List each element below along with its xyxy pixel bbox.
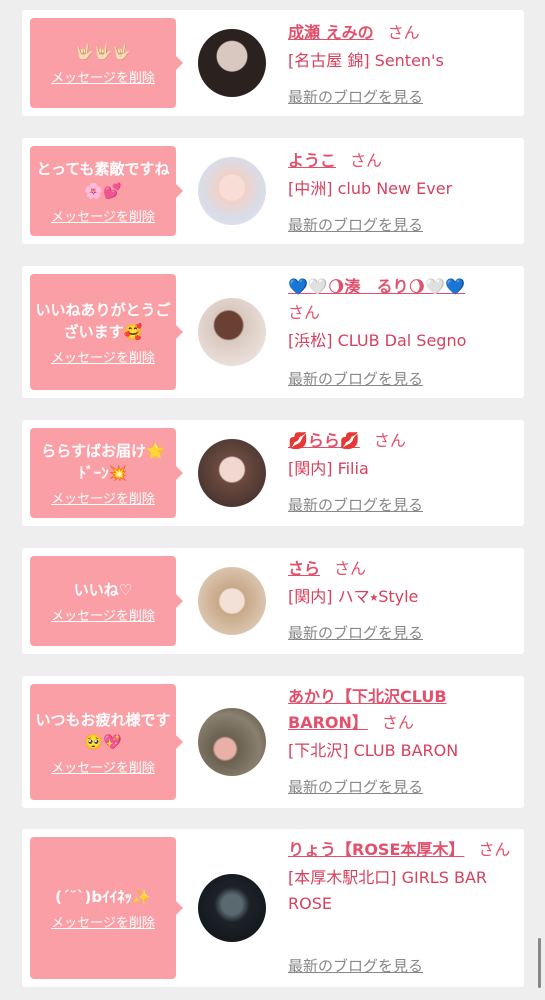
latest-blog-link[interactable]: 最新のブログを見る <box>288 955 423 976</box>
honorific: さん <box>334 559 367 578</box>
message-bubble: いいね♡ メッセージを削除 <box>30 556 183 646</box>
cast-name-link[interactable]: ようこ <box>288 151 336 170</box>
latest-blog-link[interactable]: 最新のブログを見る <box>288 368 423 389</box>
message-text: 🤟🏻🤟🏻🤟🏻 <box>74 42 132 61</box>
message-card: いいねありがとうございます🥰 メッセージを削除 💙🤍🌖湊 るり🌖🤍💙 さん [浜… <box>22 266 524 398</box>
message-bubble: ららすばお届け🌟ﾄﾞｰﾝ💥 メッセージを削除 <box>30 428 183 518</box>
honorific: さん <box>381 713 414 732</box>
avatar[interactable] <box>198 298 266 366</box>
message-card: ららすばお届け🌟ﾄﾞｰﾝ💥 メッセージを削除 💋らら💋 さん [関内] Filia… <box>22 420 524 526</box>
shop-name: [下北沢] CLUB BARON <box>288 741 459 760</box>
shop-name: [本厚木駅北口] GIRLS BAR ROSE <box>288 868 488 913</box>
honorific: さん <box>387 23 420 42</box>
honorific: さん <box>288 303 321 322</box>
honorific: さん <box>478 840 511 859</box>
delete-message-link[interactable]: メッセージを削除 <box>51 605 155 624</box>
avatar[interactable] <box>198 439 266 507</box>
delete-message-link[interactable]: メッセージを削除 <box>51 67 155 86</box>
message-bubble: とっても素敵ですね🌸💕 メッセージを削除 <box>30 146 183 236</box>
latest-blog-link[interactable]: 最新のブログを見る <box>288 622 423 643</box>
avatar[interactable] <box>198 567 266 635</box>
message-bubble: (ˊ˘ˋ)bｲｲﾈｯ✨ メッセージを削除 <box>30 837 183 979</box>
latest-blog-link[interactable]: 最新のブログを見る <box>288 214 423 235</box>
message-card: とっても素敵ですね🌸💕 メッセージを削除 ようこ さん [中洲] club New… <box>22 138 524 244</box>
message-card: 🤟🏻🤟🏻🤟🏻 メッセージを削除 成瀬 えみの さん [名古屋 錦] Senten'… <box>22 10 524 116</box>
message-card: いつもお疲れ様です🥺💖 メッセージを削除 あかり【下北沢CLUB BARON】さ… <box>22 676 524 808</box>
cast-name-link[interactable]: 💋らら💋 <box>288 431 360 450</box>
message-text: (ˊ˘ˋ)bｲｲﾈｯ✨ <box>55 887 151 906</box>
cast-name-link[interactable]: 💙🤍🌖湊 るり🌖🤍💙 <box>288 277 465 296</box>
message-bubble: いつもお疲れ様です🥺💖 メッセージを削除 <box>30 684 183 800</box>
cast-name-link[interactable]: さら <box>288 559 320 578</box>
message-card: いいね♡ メッセージを削除 さら さん [関内] ハマ⭑Style 最新のブログを… <box>22 548 524 654</box>
latest-blog-link[interactable]: 最新のブログを見る <box>288 494 423 515</box>
delete-message-link[interactable]: メッセージを削除 <box>51 488 155 507</box>
shop-name: [関内] ハマ⭑Style <box>288 587 419 606</box>
delete-message-link[interactable]: メッセージを削除 <box>51 206 155 225</box>
honorific: さん <box>350 151 383 170</box>
avatar[interactable] <box>198 157 266 225</box>
message-text: いつもお疲れ様です🥺💖 <box>35 710 171 751</box>
avatar[interactable] <box>198 29 266 97</box>
cast-name-link[interactable]: りょう【ROSE本厚木】 <box>288 840 464 859</box>
avatar[interactable] <box>198 874 266 942</box>
message-text: いいね♡ <box>73 580 133 599</box>
cast-name-link[interactable]: 成瀬 えみの <box>288 23 374 42</box>
shop-name: [浜松] CLUB Dal Segno <box>288 331 467 350</box>
delete-message-link[interactable]: メッセージを削除 <box>51 912 155 931</box>
scrollbar[interactable] <box>538 938 541 988</box>
shop-name: [名古屋 錦] Senten's <box>288 51 444 70</box>
message-text: とっても素敵ですね🌸💕 <box>36 159 170 200</box>
shop-name: [中洲] club New Ever <box>288 179 453 198</box>
honorific: さん <box>373 431 406 450</box>
message-text: いいねありがとうございます🥰 <box>35 300 171 341</box>
avatar[interactable] <box>198 708 266 776</box>
message-bubble: いいねありがとうございます🥰 メッセージを削除 <box>30 274 183 390</box>
latest-blog-link[interactable]: 最新のブログを見る <box>288 86 423 107</box>
delete-message-link[interactable]: メッセージを削除 <box>51 757 155 776</box>
message-text: ららすばお届け🌟ﾄﾞｰﾝ💥 <box>41 441 165 482</box>
latest-blog-link[interactable]: 最新のブログを見る <box>288 776 423 797</box>
cast-name-link[interactable]: あかり【下北沢CLUB BARON】 <box>288 687 447 732</box>
message-bubble: 🤟🏻🤟🏻🤟🏻 メッセージを削除 <box>30 18 183 108</box>
message-card: (ˊ˘ˋ)bｲｲﾈｯ✨ メッセージを削除 りょう【ROSE本厚木】 さん [本厚木… <box>22 829 524 987</box>
delete-message-link[interactable]: メッセージを削除 <box>51 347 155 366</box>
shop-name: [関内] Filia <box>288 459 369 478</box>
